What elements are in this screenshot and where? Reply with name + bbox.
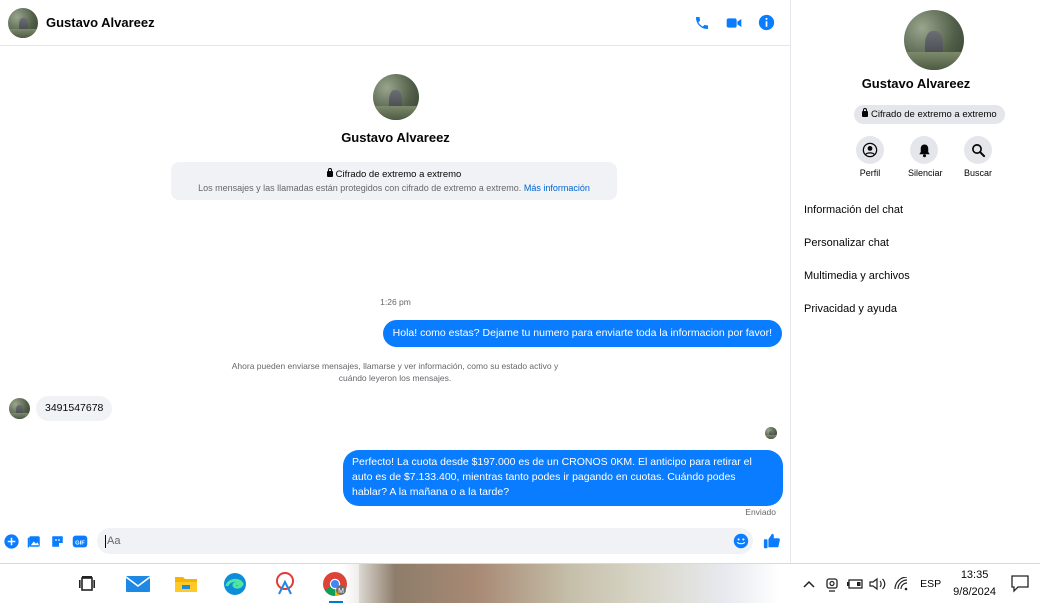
clock[interactable]: 13:35 9/8/2024	[953, 567, 996, 601]
profile-label: Perfil	[859, 168, 881, 178]
chat-header: Gustavo Alvareez	[0, 0, 791, 46]
emoji-icon[interactable]	[733, 533, 749, 549]
task-view-icon[interactable]	[74, 570, 102, 598]
chrome-icon[interactable]: M	[321, 570, 349, 598]
svg-text:M: M	[338, 588, 344, 595]
thumbs-up-icon[interactable]	[763, 532, 781, 550]
speaker-icon[interactable]	[868, 574, 888, 594]
search-icon	[964, 136, 992, 164]
battery-icon[interactable]	[845, 574, 865, 594]
search-label: Buscar	[963, 168, 992, 178]
incoming-message-row: 3491547678	[9, 396, 113, 421]
menu-item-privacy-help[interactable]: Privacidad y ayuda	[804, 295, 910, 328]
video-camera-icon[interactable]	[725, 14, 743, 32]
snip-icon[interactable]	[271, 570, 299, 598]
mute-button[interactable]: Silenciar	[908, 136, 943, 178]
incoming-message[interactable]: 3491547678	[36, 396, 113, 421]
system-note: Ahora pueden enviarse mensajes, llamarse…	[231, 361, 559, 383]
system-tray: ESP 13:35 9/8/2024	[789, 564, 1040, 604]
message-status: Enviado	[745, 507, 776, 517]
chat-intro: Gustavo Alvareez	[0, 74, 791, 145]
wifi-icon[interactable]	[891, 574, 911, 594]
lock-icon	[326, 168, 333, 177]
encryption-description: Los mensajes y las llamadas están proteg…	[198, 183, 522, 193]
lock-icon	[862, 108, 868, 117]
seen-indicator-avatar	[765, 427, 777, 439]
user-icon	[856, 136, 884, 164]
edge-icon[interactable]	[221, 570, 249, 598]
profile-avatar[interactable]	[904, 10, 964, 70]
profile-button[interactable]: Perfil	[854, 136, 886, 178]
menu-item-customize-chat[interactable]: Personalizar chat	[804, 229, 910, 262]
encryption-badge: Cifrado de extremo a extremo	[854, 105, 1005, 124]
search-button[interactable]: Buscar	[962, 136, 994, 178]
taskbar: M ESP 13:35 9/8/2024	[0, 563, 1040, 604]
gif-icon[interactable]: GIF	[72, 533, 88, 549]
chevron-up-icon[interactable]	[799, 574, 819, 594]
image-icon[interactable]	[26, 533, 42, 549]
encryption-title: Cifrado de extremo a extremo	[335, 169, 462, 180]
plus-icon[interactable]	[3, 533, 19, 549]
language-indicator[interactable]: ESP	[920, 578, 941, 590]
header-actions	[693, 14, 783, 32]
clock-time: 13:35	[960, 569, 989, 581]
messenger-window: Gustavo Alvareez Gustavo Alvareez Cifrad…	[0, 0, 1040, 563]
menu-item-media-files[interactable]: Multimedia y archivos	[804, 262, 910, 295]
chat-info-panel: Gustavo Alvareez Cifrado de extremo a ex…	[792, 0, 1040, 563]
svg-text:GIF: GIF	[75, 540, 85, 546]
profile-name: Gustavo Alvareez	[861, 76, 971, 91]
notification-icon[interactable]	[1010, 573, 1032, 595]
contact-avatar[interactable]	[8, 7, 38, 38]
intro-avatar[interactable]	[372, 74, 419, 120]
message-input-placeholder: Aa	[107, 535, 121, 547]
outgoing-message[interactable]: Hola! como estas? Dejame tu numero para …	[382, 320, 782, 347]
clock-date: 9/8/2024	[953, 586, 996, 598]
sticker-icon[interactable]	[49, 533, 65, 549]
chat-pane: Gustavo Alvareez Gustavo Alvareez Cifrad…	[0, 0, 791, 563]
text-caret	[105, 534, 106, 548]
more-info-link[interactable]: Más información	[524, 183, 590, 193]
menu-item-chat-info[interactable]: Información del chat	[804, 196, 910, 229]
message-input[interactable]: Aa	[97, 528, 753, 554]
info-icon[interactable]	[757, 14, 775, 32]
mail-icon[interactable]	[124, 570, 152, 598]
bell-icon	[910, 136, 938, 164]
mute-label: Silenciar	[908, 168, 943, 178]
file-explorer-icon[interactable]	[172, 570, 200, 598]
contact-name[interactable]: Gustavo Alvareez	[46, 15, 155, 30]
message-timestamp: 1:26 pm	[380, 297, 411, 307]
encryption-notice: Cifrado de extremo a extremo Los mensaje…	[171, 162, 617, 200]
intro-name: Gustavo Alvareez	[341, 130, 450, 145]
profile-actions: Perfil Silenciar Buscar	[854, 136, 994, 178]
webcam-icon[interactable]	[822, 574, 842, 594]
info-menu: Información del chat Personalizar chat M…	[804, 196, 910, 328]
composer: GIF Aa	[0, 527, 791, 555]
sender-avatar[interactable]	[9, 398, 30, 419]
phone-icon[interactable]	[693, 14, 711, 32]
taskbar-search-area[interactable]	[0, 564, 62, 604]
outgoing-message[interactable]: Perfecto! La cuota desde $197.000 es de …	[343, 450, 783, 506]
